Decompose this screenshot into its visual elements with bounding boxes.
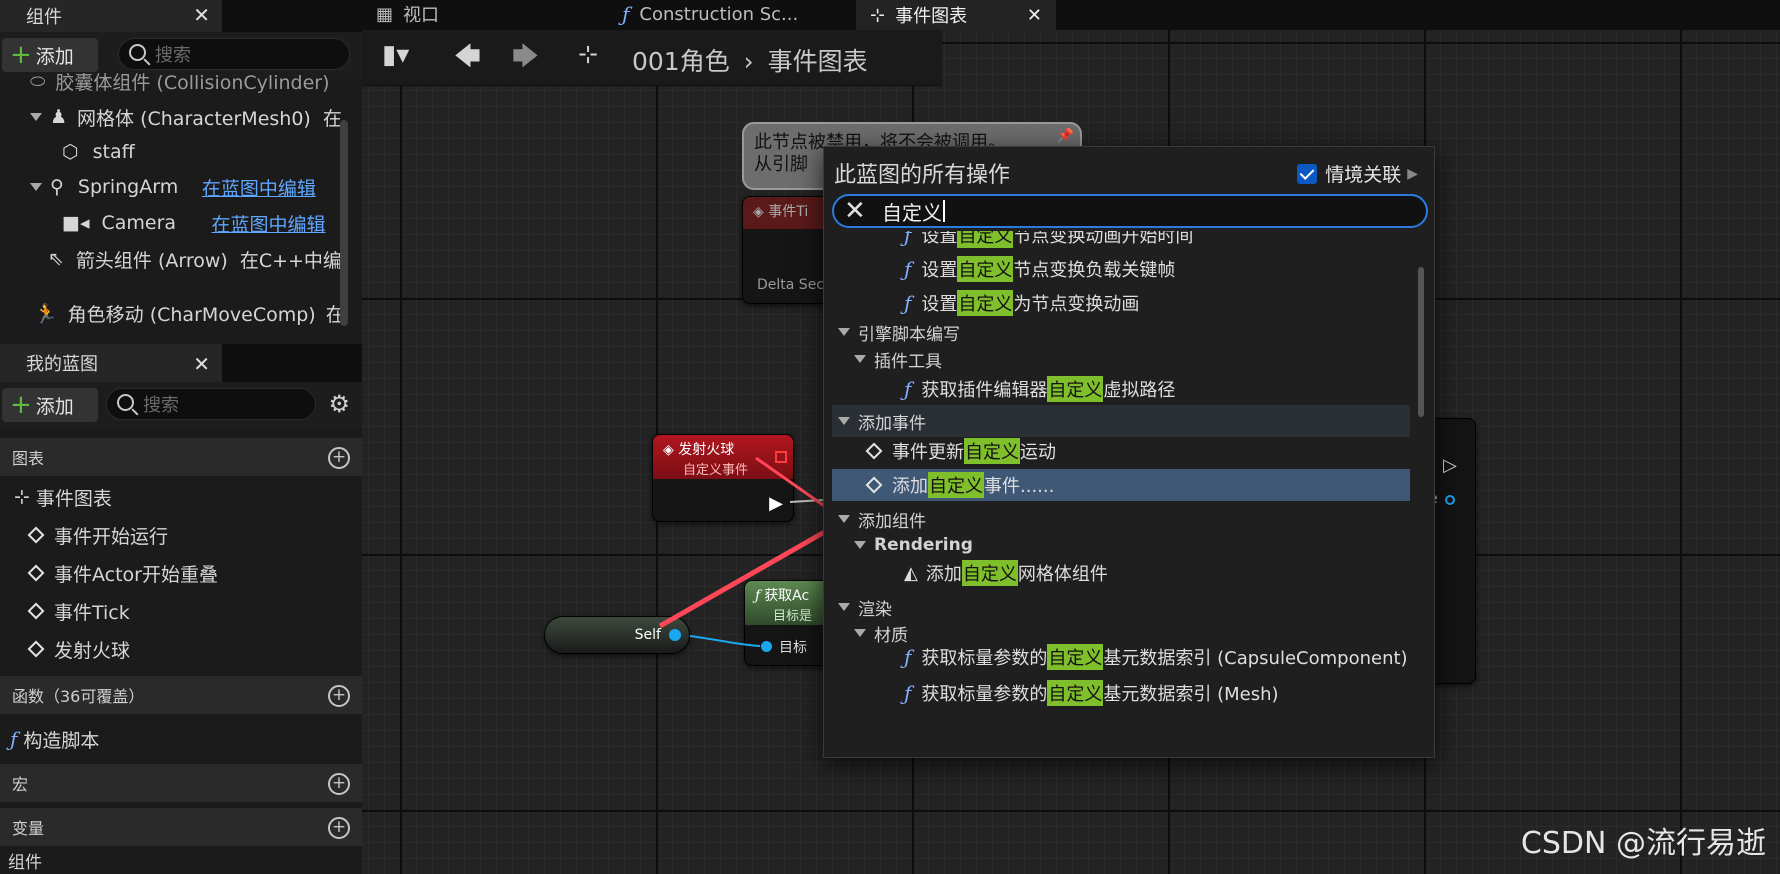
menu-item-text: 获取标量参数的 [921,684,1048,705]
function-icon: ƒ [904,645,912,669]
menu-action-item[interactable]: ƒ 获取插件编辑器 自定义 虚拟路径 [832,373,1410,405]
menu-action-item[interactable]: 添加 自定义 事件...... [832,469,1410,501]
menu-action-item[interactable]: ƒ 获取标量参数的 自定义 基元数据索引 (CapsuleComponent) [832,641,1410,673]
checkbox-checked-icon[interactable] [1297,163,1318,184]
event-icon [865,442,883,460]
menu-item-match-highlight: 自定义 [1047,680,1104,706]
chevron-down-icon[interactable] [854,629,866,637]
action-search-input[interactable]: ✕ 自定义 [832,194,1428,228]
menu-action-item[interactable]: ƒ 设置 自定义 为节点变换动画 [832,287,1410,319]
menu-item-match-highlight: 自定义 [964,438,1020,464]
action-list-scrollbar[interactable] [1418,267,1424,417]
menu-category[interactable]: 插件工具 [832,343,1410,375]
menu-item-text: 获取标量参数的 [921,648,1048,669]
menu-item-match-highlight: 自定义 [1047,644,1104,670]
chevron-down-icon[interactable] [838,603,850,611]
chevron-right-icon: ▶ [1407,165,1418,182]
clear-search-icon[interactable]: ✕ [844,196,866,226]
function-icon: ƒ [904,377,912,401]
action-menu-title: 此蓝图的所有操作 [834,163,1011,188]
menu-item-match-highlight: 自定义 [961,560,1018,586]
menu-item-text: Rendering [874,535,973,555]
function-icon: ƒ [904,681,912,705]
menu-item-text: 设置 [921,260,958,281]
menu-item-text-suffix: 基元数据索引 (CapsuleComponent) [1103,648,1408,669]
annotation-arrow-line-2 [658,519,844,629]
watermark: CSDN @流行易逝 [1520,826,1766,861]
function-icon: ƒ [904,231,912,247]
menu-item-text-suffix: 节点变换负载关键帧 [1013,260,1176,281]
self-target-wire [689,635,761,647]
menu-action-item[interactable]: ƒ 设置 自定义 节点变换动画开始时间 [832,231,1410,251]
menu-item-text: 添加组件 [858,511,926,532]
text-caret [943,200,945,222]
menu-item-text: 添加 [892,476,928,497]
menu-item-text-suffix: 节点变换动画开始时间 [1013,231,1194,247]
menu-item-match-highlight: 自定义 [1047,376,1104,402]
menu-action-item[interactable]: ƒ 获取标量参数的 自定义 基元数据索引 (Mesh) [832,677,1410,709]
function-icon: ƒ [904,257,912,281]
menu-item-text: 获取插件编辑器 [921,380,1048,401]
menu-action-item[interactable]: ◭ 添加 自定义 网格体组件 [832,557,1410,589]
context-sensitive-toggle[interactable]: 情境关联 ▶ [1297,160,1418,187]
menu-item-match-highlight: 自定义 [928,472,984,498]
menu-item-text: 添加事件 [858,413,926,434]
chevron-down-icon[interactable] [838,328,850,336]
chevron-down-icon[interactable] [838,515,850,523]
chevron-down-icon[interactable] [854,355,866,363]
menu-item-text-suffix: 网格体组件 [1017,564,1108,585]
menu-item-text-suffix: 运动 [1020,442,1056,463]
menu-item-text: 事件更新 [892,442,964,463]
menu-item-text: 设置 [921,294,958,315]
event-icon [865,476,883,494]
action-menu[interactable]: 此蓝图的所有操作 情境关联 ▶ ✕ 自定义 ƒ 设置 自定义 节点变换动画开始时间 ƒ 设… [823,146,1435,758]
menu-item-match-highlight: 自定义 [957,290,1014,316]
menu-category[interactable]: 添加事件 [832,405,1410,437]
function-icon: ƒ [904,291,912,315]
action-search-value: 自定义 [882,200,942,225]
context-sensitive-label: 情境关联 [1325,164,1402,186]
menu-item-text: 设置 [921,231,958,247]
menu-item-text-suffix: 基元数据索引 (Mesh) [1103,684,1279,705]
menu-item-match-highlight: 自定义 [957,231,1014,248]
menu-item-match-highlight: 自定义 [957,256,1014,282]
menu-item-text: 引擎脚本编写 [858,324,960,345]
menu-item-text: 渲染 [858,599,892,620]
menu-item-text: 添加 [925,564,962,585]
chevron-down-icon[interactable] [854,541,866,549]
menu-item-text-suffix: 虚拟路径 [1103,380,1176,401]
mesh-component-icon: ◭ [904,562,918,584]
menu-item-text-suffix: 为节点变换动画 [1013,294,1140,315]
menu-item-text-suffix: 事件...... [984,476,1055,497]
action-list[interactable]: ƒ 设置 自定义 节点变换动画开始时间 ƒ 设置 自定义 节点变换负载关键帧 ƒ 设置 自定义 为节点… [832,231,1410,753]
menu-item-text: 插件工具 [874,351,942,372]
menu-action-item[interactable]: ƒ 设置 自定义 节点变换负载关键帧 [832,253,1410,285]
chevron-down-icon[interactable] [838,417,850,425]
menu-action-item[interactable]: 事件更新 自定义 运动 [832,435,1410,467]
